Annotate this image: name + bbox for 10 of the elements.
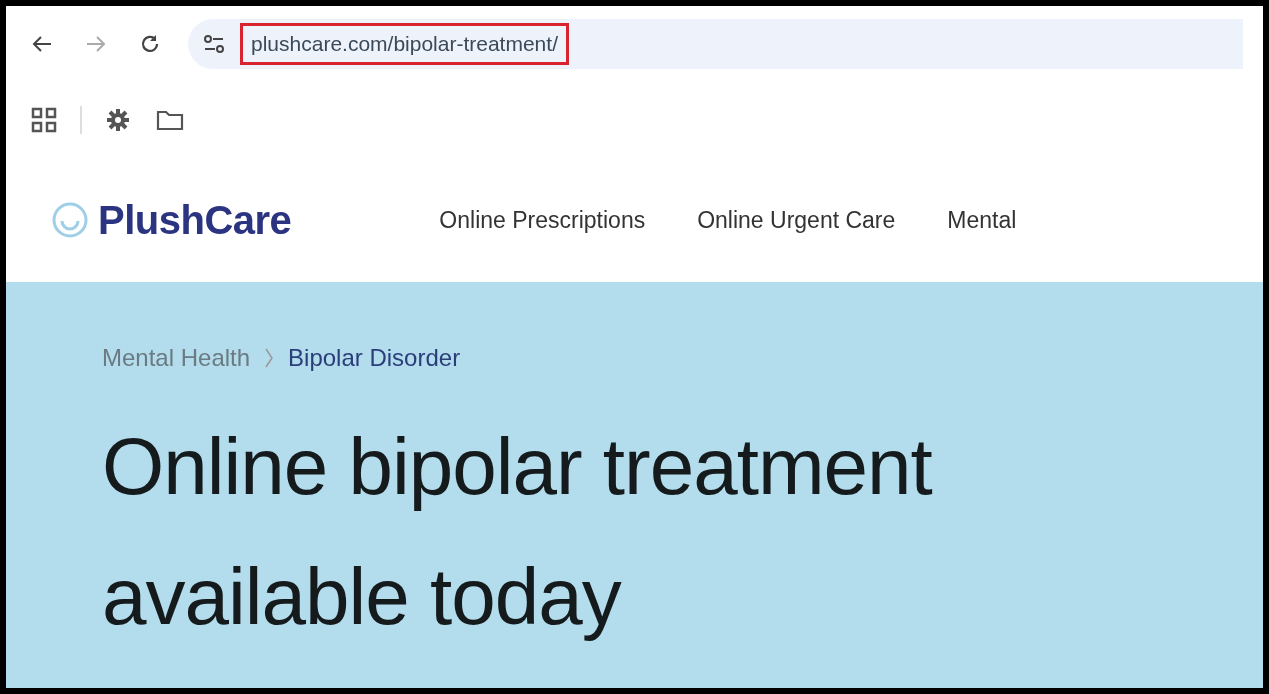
breadcrumb-link[interactable]: Bipolar Disorder <box>288 344 461 372</box>
nav-link[interactable]: Mental <box>947 206 1017 234</box>
address-bar[interactable]: plushcare.com/bipolar-treatment/ <box>188 19 1243 69</box>
page-headline: Online bipolar treatment available today <box>102 421 933 643</box>
nav-link[interactable]: Online Prescriptions <box>439 206 646 234</box>
chevron-icon <box>264 347 275 369</box>
logo-text[interactable]: PlushCare <box>98 197 292 243</box>
logo-icon <box>52 202 88 238</box>
url-text: plushcare.com/bipolar-treatment/ <box>240 23 569 65</box>
nav-link[interactable]: Online Urgent Care <box>697 206 896 234</box>
